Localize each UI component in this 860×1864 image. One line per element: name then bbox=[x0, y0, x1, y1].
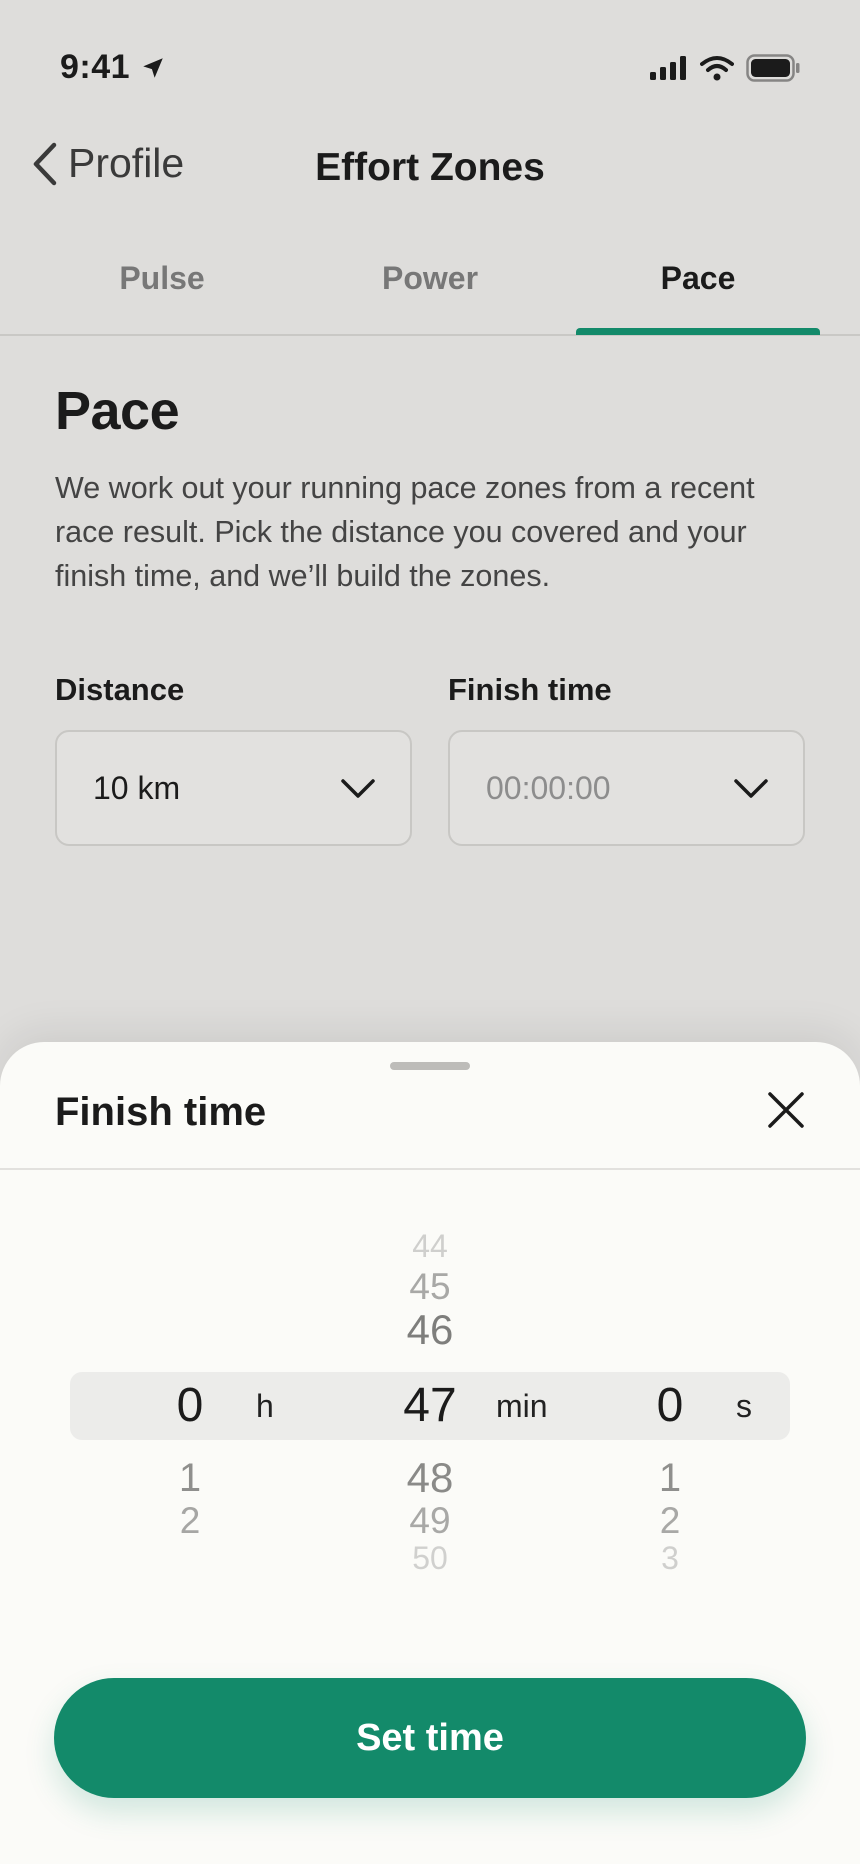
status-time: 9:41 bbox=[60, 48, 166, 87]
minutes-option: 49 bbox=[409, 1500, 451, 1541]
navigation-bar: Profile Effort Zones bbox=[0, 130, 860, 210]
clock: 9:41 bbox=[60, 48, 131, 86]
finish-time-field: Finish time 00:00:00 bbox=[448, 672, 805, 846]
set-time-button[interactable]: Set time bbox=[54, 1678, 806, 1798]
seconds-unit: s bbox=[736, 1388, 752, 1424]
finish-time-select[interactable]: 00:00:00 bbox=[448, 730, 805, 846]
minutes-option: 45 bbox=[409, 1266, 451, 1307]
sheet-grabber[interactable] bbox=[390, 1062, 470, 1070]
cellular-signal-icon bbox=[650, 56, 686, 80]
chevron-down-icon bbox=[341, 779, 375, 798]
tab-pace[interactable]: Pace bbox=[564, 260, 832, 297]
seconds-option: 2 bbox=[659, 1500, 681, 1541]
battery-icon bbox=[746, 54, 800, 82]
distance-field: Distance 10 km bbox=[55, 672, 412, 846]
sheet-divider bbox=[0, 1168, 860, 1170]
hours-option: 1 bbox=[178, 1456, 202, 1500]
section-description: We work out your running pace zones from… bbox=[55, 471, 755, 593]
finish-time-sheet: Finish time 0 1 2 h 44 45 46 47 48 49 50… bbox=[0, 1042, 860, 1864]
distance-select[interactable]: 10 km bbox=[55, 730, 412, 846]
minutes-option: 50 bbox=[412, 1540, 448, 1576]
minutes-option: 44 bbox=[412, 1228, 448, 1264]
chevron-down-icon bbox=[734, 779, 768, 798]
race-result-fields: Distance 10 km Finish time 00:00:00 bbox=[55, 672, 807, 852]
seconds-selected: 0 bbox=[656, 1379, 684, 1432]
close-icon[interactable] bbox=[764, 1088, 808, 1132]
sheet-title: Finish time bbox=[55, 1090, 267, 1134]
status-bar: 9:41 bbox=[0, 0, 860, 140]
tab-power[interactable]: Power bbox=[296, 260, 564, 297]
distance-value: 10 km bbox=[93, 769, 181, 806]
status-icons bbox=[650, 54, 800, 82]
finish-time-placeholder: 00:00:00 bbox=[486, 769, 611, 806]
seconds-option: 3 bbox=[661, 1540, 679, 1576]
seconds-option: 1 bbox=[658, 1456, 682, 1500]
pace-section: Pace We work out your running pace zones… bbox=[55, 380, 815, 598]
tab-pulse[interactable]: Pulse bbox=[28, 260, 296, 297]
minutes-option: 46 bbox=[406, 1306, 454, 1353]
page-title: Effort Zones bbox=[315, 146, 545, 189]
minutes-selected: 47 bbox=[403, 1379, 457, 1432]
segment-tabs: Pulse Power Pace bbox=[0, 250, 860, 336]
wifi-icon bbox=[700, 56, 734, 81]
hours-unit: h bbox=[256, 1388, 274, 1424]
location-arrow-icon bbox=[143, 57, 163, 78]
section-title: Pace bbox=[55, 381, 180, 441]
distance-label: Distance bbox=[55, 672, 185, 707]
hours-option: 2 bbox=[179, 1500, 201, 1541]
minutes-unit: min bbox=[496, 1388, 548, 1424]
active-tab-indicator bbox=[576, 328, 820, 335]
finish-time-label: Finish time bbox=[448, 672, 612, 707]
hours-selected: 0 bbox=[176, 1379, 204, 1432]
minutes-option: 48 bbox=[406, 1454, 454, 1501]
